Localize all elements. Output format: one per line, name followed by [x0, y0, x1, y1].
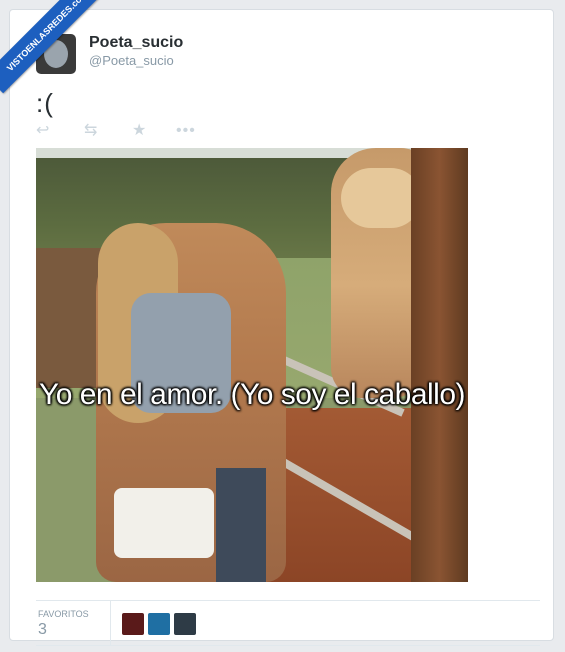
photo-fence-post	[411, 148, 468, 582]
photo-horse-mane	[341, 168, 421, 228]
display-name[interactable]: Poeta_sucio	[89, 34, 183, 52]
tweet-text: :(	[36, 88, 54, 118]
tweet-photo[interactable]: Yo en el amor. (Yo soy el caballo)	[36, 148, 468, 582]
star-icon[interactable]: ★	[132, 122, 146, 140]
photo-shorts	[114, 488, 214, 558]
tweet-card: Poeta_sucio @Poeta_sucio :( ↩ ⇆ ★ ••• Yo…	[9, 9, 554, 646]
favoriter-avatar[interactable]	[174, 613, 196, 635]
photo-caption: Yo en el amor. (Yo soy el caballo)	[38, 378, 466, 411]
user-handle[interactable]: @Poeta_sucio	[89, 53, 174, 68]
favoriter-avatar[interactable]	[122, 613, 144, 635]
tweet-stats: FAVORITOS 3	[36, 600, 540, 646]
stats-divider	[110, 601, 111, 645]
favorites-count[interactable]: 3	[38, 621, 47, 639]
reply-icon[interactable]: ↩	[36, 122, 49, 140]
retweet-icon[interactable]: ⇆	[84, 122, 97, 140]
favorites-label: FAVORITOS	[38, 609, 89, 619]
favoriter-avatar[interactable]	[148, 613, 170, 635]
more-icon[interactable]: •••	[176, 122, 196, 140]
photo-jeans	[216, 468, 266, 582]
